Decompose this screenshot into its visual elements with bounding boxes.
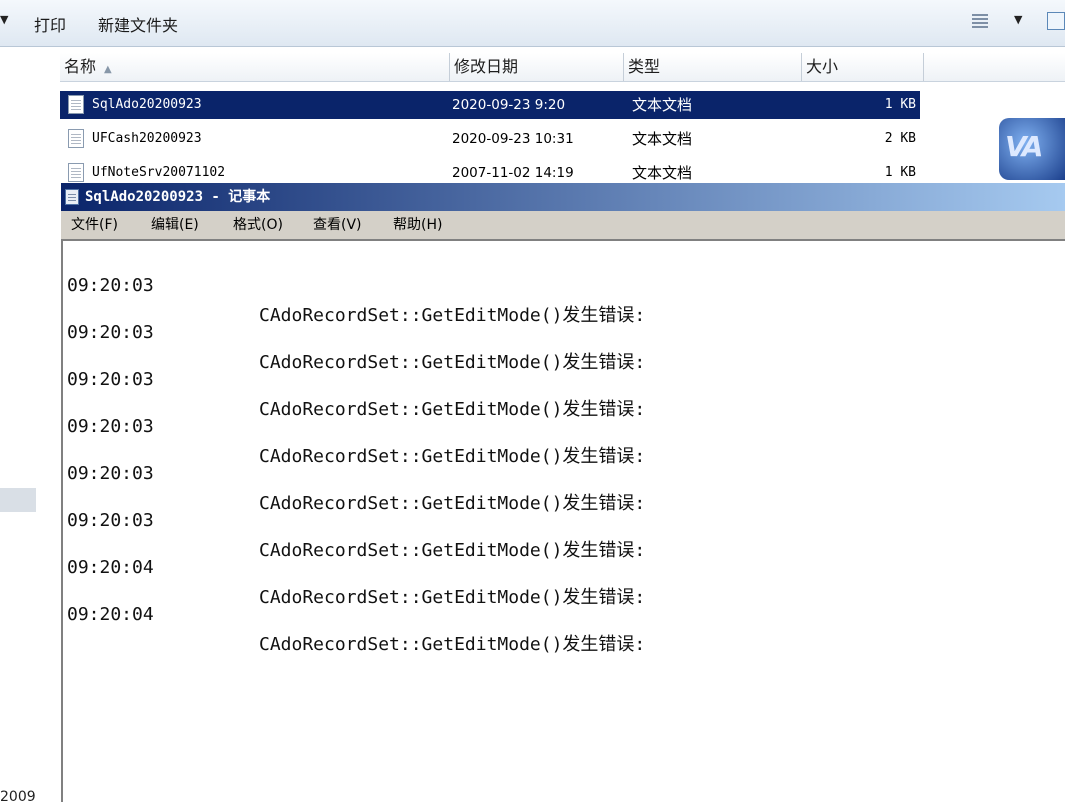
log-message: CAdoRecordSet::GetEditMode()发生错误:	[259, 587, 646, 608]
file-name: UFCash20200923	[92, 131, 202, 146]
file-type: 文本文档	[632, 130, 693, 148]
column-size[interactable]: 大小	[802, 53, 924, 81]
preview-pane-icon[interactable]	[1047, 12, 1065, 30]
log-line: 09:20:04 CAdoRecordSet::GetEditMode()发生错…	[67, 523, 645, 608]
menu-view[interactable]: 查看(V)	[313, 211, 362, 239]
log-line: 09:20:04 CAdoRecordSet::GetEditMode()发生错…	[67, 570, 645, 655]
column-date[interactable]: 修改日期	[450, 53, 624, 81]
app-logo-icon: VA	[999, 118, 1065, 180]
log-message: CAdoRecordSet::GetEditMode()发生错误:	[259, 493, 646, 514]
column-type[interactable]: 类型	[624, 53, 802, 81]
log-time: 09:20:04	[67, 604, 154, 625]
log-message: CAdoRecordSet::GetEditMode()发生错误:	[259, 399, 646, 420]
chevron-down-icon[interactable]: ▼	[0, 13, 8, 26]
column-name-label: 名称	[64, 57, 97, 76]
menu-help[interactable]: 帮助(H)	[393, 211, 442, 239]
print-button[interactable]: 打印	[34, 12, 66, 36]
new-folder-button[interactable]: 新建文件夹	[98, 12, 178, 36]
log-message: CAdoRecordSet::GetEditMode()发生错误:	[259, 352, 646, 373]
file-size: 1 KB	[884, 97, 916, 112]
file-type: 文本文档	[632, 96, 693, 114]
file-name: SqlAdo20200923	[92, 97, 202, 112]
column-header: 名称 ▲ 修改日期 类型 大小	[60, 53, 1065, 82]
log-message: CAdoRecordSet::GetEditMode()发生错误:	[259, 305, 646, 326]
text-file-icon	[68, 163, 84, 182]
log-line: 09:20:03 CAdoRecordSet::GetEditMode()发生错…	[67, 476, 645, 561]
notepad-icon[interactable]	[65, 189, 79, 205]
view-options-icon[interactable]	[972, 14, 988, 28]
menu-edit[interactable]: 编辑(E)	[151, 211, 199, 239]
log-line: 09:20:03 CAdoRecordSet::GetEditMode()发生错…	[67, 335, 645, 420]
file-row[interactable]: UFCash20200923 2020-09-23 10:31 文本文档 2 K…	[60, 125, 920, 153]
log-line: 09:20:03 CAdoRecordSet::GetEditMode()发生错…	[67, 382, 645, 467]
file-row[interactable]: SqlAdo20200923 2020-09-23 9:20 文本文档 1 KB	[60, 91, 920, 119]
log-line: 09:20:03 CAdoRecordSet::GetEditMode()发生错…	[67, 241, 645, 326]
text-file-icon	[68, 95, 84, 114]
column-name[interactable]: 名称 ▲	[60, 53, 450, 81]
notepad-titlebar[interactable]: SqlAdo20200923 - 记事本	[61, 183, 1065, 211]
menu-bar: 文件(F) 编辑(E) 格式(O) 查看(V) 帮助(H)	[61, 211, 1065, 239]
explorer-toolbar: ▼ 打印 新建文件夹 ▼	[0, 0, 1065, 47]
notepad-window: SqlAdo20200923 - 记事本 文件(F) 编辑(E) 格式(O) 查…	[60, 183, 1065, 802]
file-date: 2020-09-23 9:20	[452, 97, 566, 113]
file-date: 2020-09-23 10:31	[452, 131, 574, 147]
log-message: CAdoRecordSet::GetEditMode()发生错误:	[259, 540, 646, 561]
menu-file[interactable]: 文件(F)	[71, 211, 118, 239]
nav-selected-item[interactable]	[0, 488, 36, 512]
log-line: 09:20:03 CAdoRecordSet::GetEditMode()发生错…	[67, 288, 645, 373]
window-title: SqlAdo20200923 - 记事本	[85, 189, 271, 205]
sort-ascending-icon: ▲	[104, 64, 112, 75]
navigation-pane: 200923	[0, 47, 53, 805]
log-message: CAdoRecordSet::GetEditMode()发生错误:	[259, 446, 646, 467]
text-editor[interactable]: 09:20:03 CAdoRecordSet::GetEditMode()发生错…	[61, 239, 1065, 802]
view-dropdown-icon[interactable]: ▼	[1014, 13, 1022, 26]
log-message: CAdoRecordSet::GetEditMode()发生错误:	[259, 634, 646, 655]
menu-format[interactable]: 格式(O)	[233, 211, 283, 239]
file-size: 2 KB	[884, 131, 916, 146]
text-file-icon	[68, 129, 84, 148]
log-line: 09:20:03 CAdoRecordSet::GetEditMode()发生错…	[67, 429, 645, 514]
